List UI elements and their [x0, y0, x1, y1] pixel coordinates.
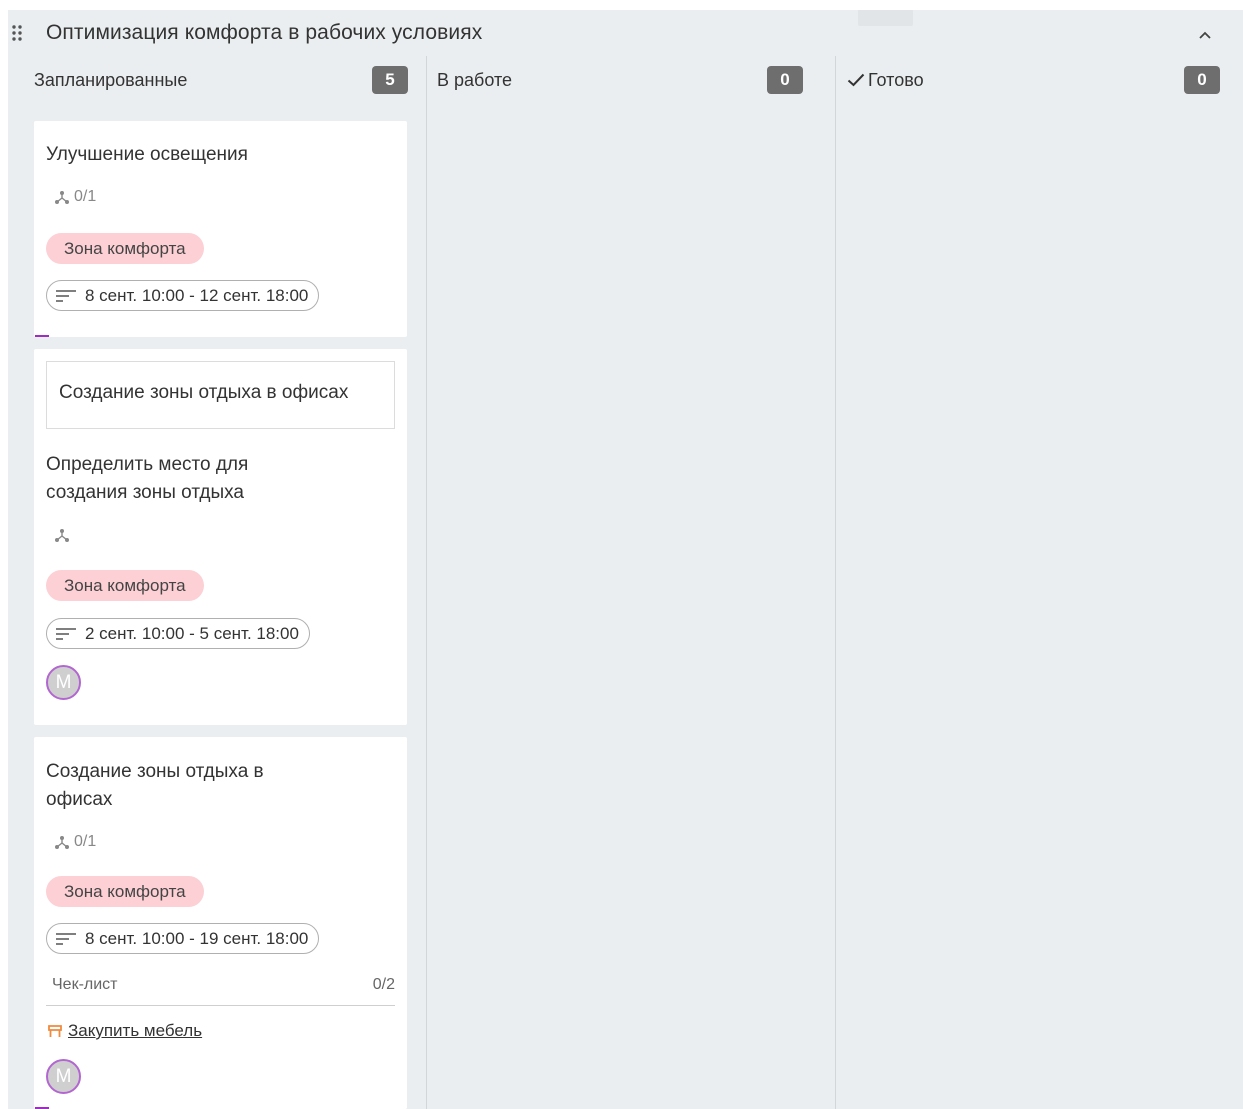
collapse-button[interactable] — [1191, 22, 1219, 48]
column-in-progress: В работе 0 — [426, 56, 819, 1109]
checklist-item[interactable]: Закупить мебель — [48, 1021, 202, 1041]
parent-task-title: Создание зоны отдыха в офисах — [59, 382, 349, 403]
board: Оптимизация комфорта в рабочих условиях … — [8, 10, 1243, 1109]
checklist-item-text[interactable]: Закупить мебель — [68, 1021, 202, 1041]
checklist-item-icon — [48, 1024, 62, 1037]
date-range-text: 8 сент. 10:00 - 19 сент. 18:00 — [85, 928, 309, 948]
count-badge: 0 — [1184, 66, 1220, 94]
task-card[interactable]: Улучшение освещения 0/1 Зона комфорта 8 … — [34, 121, 407, 337]
checklist-header[interactable]: Чек-лист 0/2 — [52, 972, 395, 998]
date-range[interactable]: 8 сент. 10:00 - 19 сент. 18:00 — [46, 923, 320, 954]
column-planned: Запланированные 5 Улучшение освещения 0/… — [24, 56, 408, 1109]
date-range[interactable]: 2 сент. 10:00 - 5 сент. 18:00 — [46, 618, 310, 649]
date-range[interactable]: 8 сент. 10:00 - 12 сент. 18:00 — [46, 280, 320, 311]
gantt-icon — [56, 627, 76, 640]
card-title: Создание зоны отдыха в офисах — [46, 761, 264, 810]
subtask-counter — [54, 527, 70, 543]
accent-line — [35, 335, 49, 337]
checklist-label: Чек-лист — [52, 976, 118, 993]
subtask-counter: 0/1 — [54, 188, 96, 206]
avatar[interactable]: М — [46, 665, 81, 700]
count-badge: 0 — [767, 66, 803, 94]
checklist-count: 0/2 — [372, 976, 395, 993]
column-title: Готово — [868, 70, 924, 90]
subtask-count: 0/1 — [74, 833, 97, 850]
column-title: В работе — [437, 70, 513, 90]
tag[interactable]: Зона комфорта — [46, 876, 204, 907]
group-title: Оптимизация комфорта в рабочих условиях — [46, 21, 483, 44]
date-range-text: 2 сент. 10:00 - 5 сент. 18:00 — [85, 623, 299, 643]
subtask-icon — [55, 836, 69, 849]
column-header: В работе 0 — [437, 64, 819, 94]
check-icon — [847, 73, 865, 87]
gantt-icon — [56, 932, 76, 945]
subtask-icon — [55, 191, 69, 204]
drag-handle-icon[interactable] — [11, 24, 23, 42]
avatar[interactable]: М — [46, 1059, 81, 1094]
tag[interactable]: Зона комфорта — [46, 233, 204, 264]
column-done: Готово 0 — [835, 56, 1236, 1109]
count-badge: 5 — [372, 66, 408, 94]
checklist-divider — [46, 1005, 395, 1006]
chevron-up-icon — [1199, 31, 1211, 39]
parent-task[interactable]: Создание зоны отдыха в офисах — [46, 361, 395, 429]
faded-label — [858, 10, 913, 26]
task-card[interactable]: Создание зоны отдыха в офисах Определить… — [34, 349, 407, 725]
group-header: Оптимизация комфорта в рабочих условиях — [8, 10, 1243, 56]
subtask-icon — [55, 529, 69, 542]
column-header: Запланированные 5 — [34, 64, 408, 94]
subtask-count: 0/1 — [74, 188, 97, 205]
tag[interactable]: Зона комфорта — [46, 570, 204, 601]
card-title: Определить место для создания зоны отдых… — [46, 454, 249, 503]
column-title: Запланированные — [34, 70, 188, 90]
gantt-icon — [56, 289, 76, 302]
column-header: Готово 0 — [846, 64, 1236, 94]
card-title: Улучшение освещения — [46, 144, 248, 165]
task-card[interactable]: Создание зоны отдыха в офисах 0/1 Зона к… — [34, 737, 407, 1109]
subtask-counter: 0/1 — [54, 833, 96, 851]
date-range-text: 8 сент. 10:00 - 12 сент. 18:00 — [85, 285, 309, 305]
